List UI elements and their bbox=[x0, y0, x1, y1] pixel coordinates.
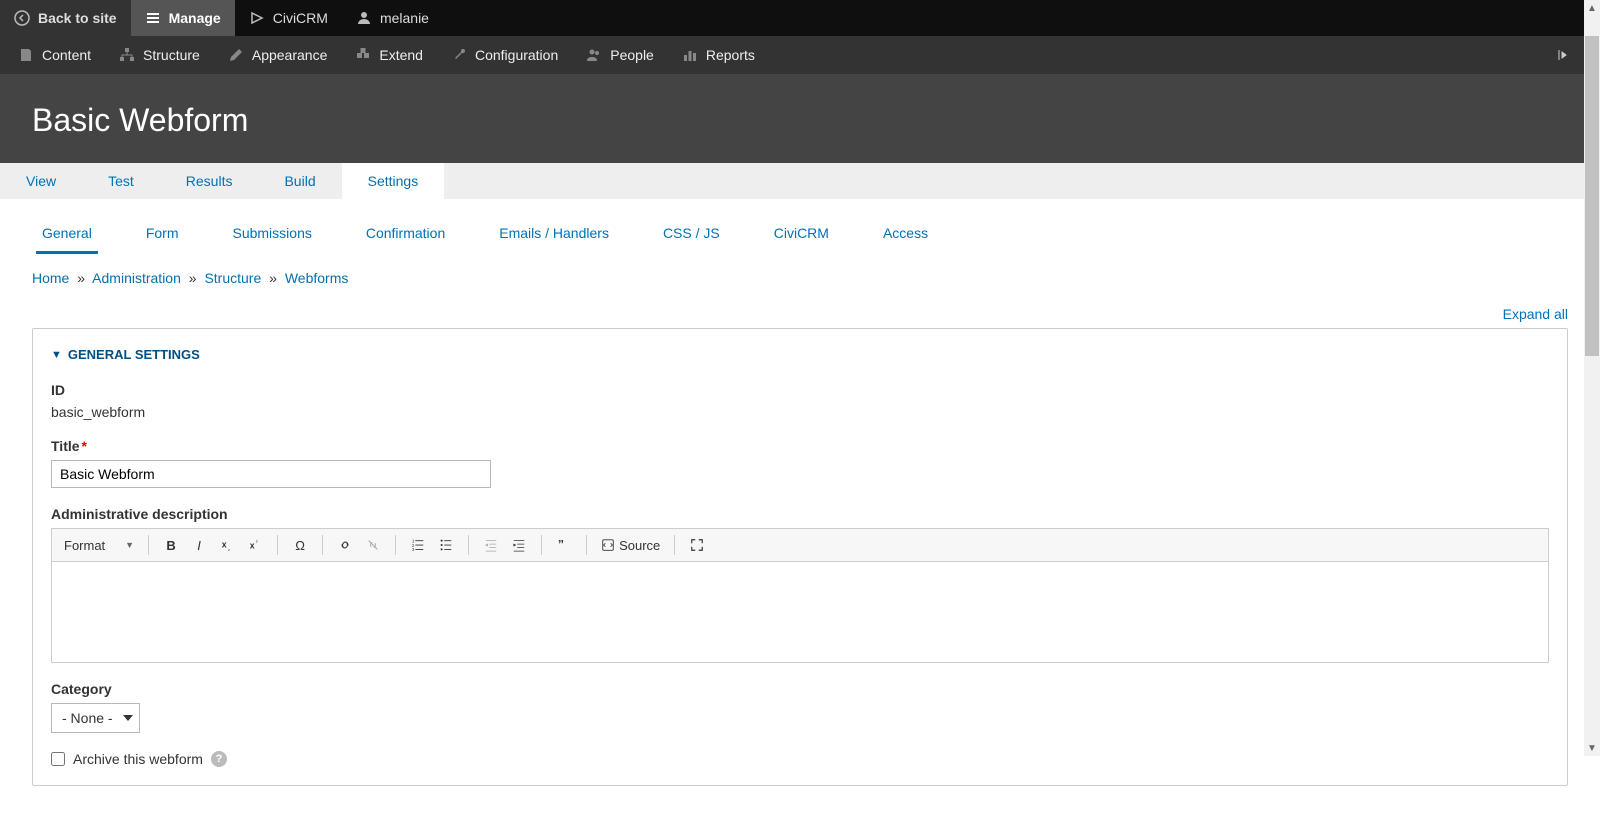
subtab-submissions[interactable]: Submissions bbox=[226, 217, 317, 254]
civicrm-label: CiviCRM bbox=[273, 10, 328, 26]
archive-checkbox[interactable] bbox=[51, 752, 65, 766]
general-settings-fieldset: ▼ GENERAL SETTINGS ID basic_webform Titl… bbox=[32, 328, 1568, 786]
people-icon bbox=[586, 47, 602, 63]
svg-text:x: x bbox=[222, 540, 227, 550]
civicrm-button[interactable]: CiviCRM bbox=[235, 0, 342, 36]
subtab-access[interactable]: Access bbox=[877, 217, 934, 254]
svg-text:₂: ₂ bbox=[228, 546, 230, 552]
svg-text:²: ² bbox=[256, 540, 258, 546]
user-label: melanie bbox=[380, 10, 429, 26]
subtab-emails[interactable]: Emails / Handlers bbox=[493, 217, 615, 254]
breadcrumb-structure[interactable]: Structure bbox=[204, 270, 261, 286]
collapse-icon bbox=[1556, 47, 1572, 63]
scrollbar[interactable]: ▲ ▼ bbox=[1584, 0, 1600, 756]
chevron-down-icon bbox=[123, 715, 133, 721]
required-indicator: * bbox=[82, 438, 87, 454]
superscript-button[interactable]: x² bbox=[243, 533, 267, 557]
user-icon bbox=[356, 10, 372, 26]
indent-button[interactable] bbox=[507, 533, 531, 557]
admin-desc-label: Administrative description bbox=[51, 506, 1549, 522]
breadcrumb-home[interactable]: Home bbox=[32, 270, 69, 286]
outdent-button[interactable] bbox=[479, 533, 503, 557]
back-to-site-button[interactable]: Back to site bbox=[0, 0, 131, 36]
editor-content[interactable] bbox=[52, 562, 1548, 662]
caret-down-icon: ▼ bbox=[51, 349, 62, 361]
tab-test[interactable]: Test bbox=[82, 163, 160, 199]
subscript-button[interactable]: x₂ bbox=[215, 533, 239, 557]
subtab-confirmation[interactable]: Confirmation bbox=[360, 217, 451, 254]
subtab-cssjs[interactable]: CSS / JS bbox=[657, 217, 726, 254]
category-select[interactable]: - None - bbox=[51, 703, 140, 733]
subtab-general[interactable]: General bbox=[36, 217, 98, 254]
help-icon[interactable]: ? bbox=[211, 751, 227, 767]
nav-content[interactable]: Content bbox=[4, 36, 105, 74]
tab-results[interactable]: Results bbox=[160, 163, 259, 199]
bullet-list-button[interactable] bbox=[434, 533, 458, 557]
page-title: Basic Webform bbox=[32, 102, 1568, 139]
format-dropdown[interactable]: Format ▼ bbox=[60, 533, 144, 557]
breadcrumb-admin[interactable]: Administration bbox=[92, 270, 181, 286]
tab-settings[interactable]: Settings bbox=[342, 163, 445, 199]
back-to-site-label: Back to site bbox=[38, 10, 117, 26]
breadcrumb-webforms[interactable]: Webforms bbox=[285, 270, 349, 286]
source-button[interactable]: Source bbox=[597, 538, 664, 553]
id-label: ID bbox=[51, 382, 1549, 398]
scroll-down-icon[interactable]: ▼ bbox=[1584, 740, 1600, 756]
svg-text:”: ” bbox=[558, 538, 564, 552]
nav-people[interactable]: People bbox=[572, 36, 668, 74]
manage-button[interactable]: Manage bbox=[131, 0, 235, 36]
nav-extend-label: Extend bbox=[379, 47, 423, 63]
link-button[interactable] bbox=[333, 533, 357, 557]
bold-button[interactable]: B bbox=[159, 533, 183, 557]
scroll-up-icon[interactable]: ▲ bbox=[1584, 0, 1600, 16]
editor-toolbar: Format ▼ B I x₂ x² Ω bbox=[52, 529, 1548, 562]
manage-label: Manage bbox=[169, 10, 221, 26]
back-icon bbox=[14, 10, 30, 26]
nav-appearance-label: Appearance bbox=[252, 47, 328, 63]
user-menu-button[interactable]: melanie bbox=[342, 0, 443, 36]
rich-text-editor: Format ▼ B I x₂ x² Ω bbox=[51, 528, 1549, 663]
nav-appearance[interactable]: Appearance bbox=[214, 36, 342, 74]
reports-icon bbox=[682, 47, 698, 63]
configuration-icon bbox=[451, 47, 467, 63]
nav-configuration-label: Configuration bbox=[475, 47, 558, 63]
chevron-down-icon: ▼ bbox=[125, 540, 134, 550]
nav-reports[interactable]: Reports bbox=[668, 36, 769, 74]
subtab-form[interactable]: Form bbox=[140, 217, 185, 254]
blockquote-button[interactable]: ” bbox=[552, 533, 576, 557]
subtab-civicrm[interactable]: CiviCRM bbox=[768, 217, 835, 254]
nav-people-label: People bbox=[610, 47, 654, 63]
content-icon bbox=[18, 47, 34, 63]
unlink-button[interactable] bbox=[361, 533, 385, 557]
nav-content-label: Content bbox=[42, 47, 91, 63]
nav-reports-label: Reports bbox=[706, 47, 755, 63]
nav-structure-label: Structure bbox=[143, 47, 200, 63]
category-label: Category bbox=[51, 681, 1549, 697]
archive-label: Archive this webform bbox=[73, 751, 203, 767]
specialchar-button[interactable]: Ω bbox=[288, 533, 312, 557]
nav-configuration[interactable]: Configuration bbox=[437, 36, 572, 74]
title-label: Title* bbox=[51, 438, 1549, 454]
hamburger-icon bbox=[145, 10, 161, 26]
maximize-button[interactable] bbox=[685, 533, 709, 557]
general-settings-legend[interactable]: ▼ GENERAL SETTINGS bbox=[51, 347, 1549, 362]
structure-icon bbox=[119, 47, 135, 63]
svg-text:3: 3 bbox=[412, 547, 415, 552]
id-value: basic_webform bbox=[51, 404, 1549, 420]
title-input[interactable] bbox=[51, 460, 491, 488]
category-value: - None - bbox=[62, 710, 113, 726]
nav-extend[interactable]: Extend bbox=[341, 36, 437, 74]
tab-view[interactable]: View bbox=[0, 163, 82, 199]
numbered-list-button[interactable]: 123 bbox=[406, 533, 430, 557]
scroll-thumb[interactable] bbox=[1585, 36, 1599, 356]
breadcrumb: Home » Administration » Structure » Webf… bbox=[0, 254, 1600, 286]
expand-all-link[interactable]: Expand all bbox=[1503, 306, 1568, 322]
civicrm-icon bbox=[249, 10, 265, 26]
svg-text:x: x bbox=[250, 541, 255, 551]
appearance-icon bbox=[228, 47, 244, 63]
nav-structure[interactable]: Structure bbox=[105, 36, 214, 74]
italic-button[interactable]: I bbox=[187, 533, 211, 557]
extend-icon bbox=[355, 47, 371, 63]
tab-build[interactable]: Build bbox=[258, 163, 341, 199]
